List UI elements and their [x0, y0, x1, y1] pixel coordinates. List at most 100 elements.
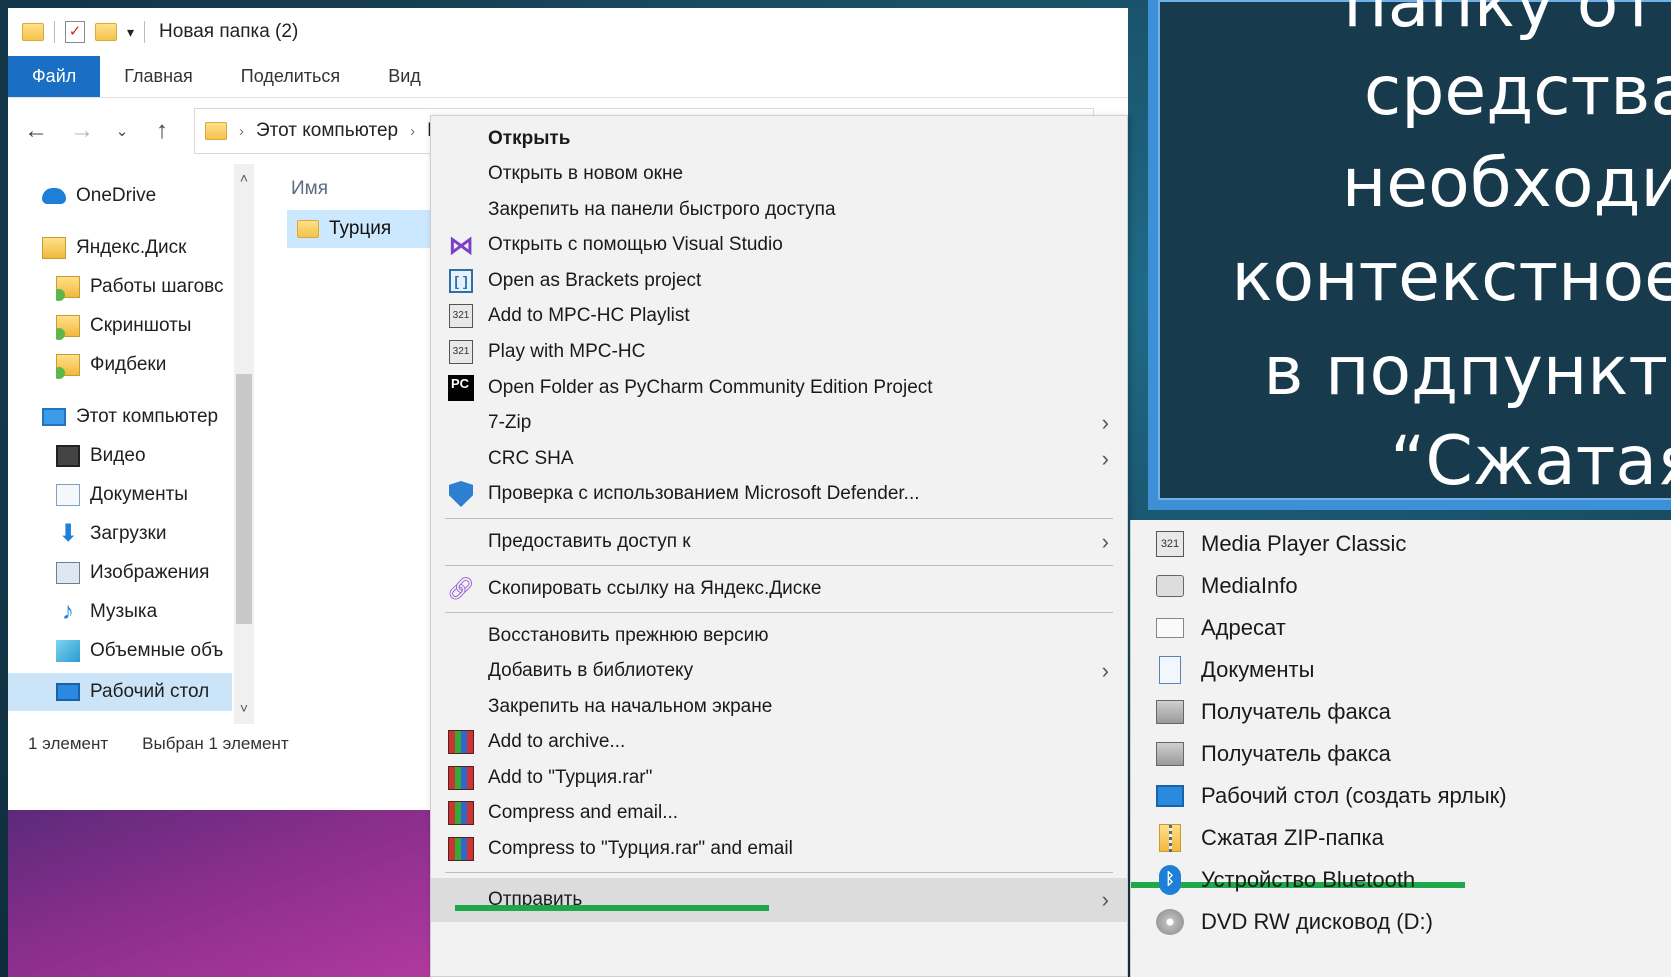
menu-item-label: Open Folder as PyCharm Community Edition…	[488, 377, 933, 398]
menu-item-copy-yandex-link[interactable]: 🔗︎ Скопировать ссылку на Яндекс.Диске	[431, 572, 1127, 606]
folder-synced-icon	[56, 276, 80, 301]
send-to-mail-recipient[interactable]: Адресат	[1131, 608, 1671, 648]
winrar-icon	[447, 728, 475, 756]
menu-separator	[445, 518, 1113, 519]
send-to-dvd-drive[interactable]: DVD RW дисковод (D:)	[1131, 902, 1671, 942]
forward-arrow-icon[interactable]: →	[68, 117, 96, 145]
menu-item-open-visual-studio[interactable]: ⋈ Открыть с помощью Visual Studio	[431, 228, 1127, 262]
menu-item-label: Предоставить доступ к	[488, 531, 691, 552]
send-to-zip-folder[interactable]: Сжатая ZIP-папка	[1131, 818, 1671, 858]
send-to-desktop-shortcut[interactable]: Рабочий стол (создать ярлык)	[1131, 776, 1671, 816]
chevron-right-icon[interactable]: ›	[410, 123, 415, 140]
nav-item-desktop[interactable]: Рабочий стол	[8, 673, 232, 711]
menu-item-open-new-window[interactable]: Открыть в новом окне	[431, 157, 1127, 191]
scroll-thumb[interactable]	[236, 374, 252, 624]
nav-item-video[interactable]: Видео	[56, 439, 232, 473]
menu-item-pycharm[interactable]: PC Open Folder as PyCharm Community Edit…	[431, 371, 1127, 405]
nav-item-label: Фидбеки	[90, 354, 167, 375]
nav-item-documents[interactable]: Документы	[56, 478, 232, 512]
menu-item-label: Закрепить на панели быстрого доступа	[488, 199, 836, 220]
menu-item-label: Add to "Турция.rar"	[488, 767, 653, 788]
column-header-name[interactable]: Имя	[291, 178, 328, 200]
menu-item-give-access[interactable]: Предоставить доступ к ›	[431, 525, 1127, 559]
tab-home[interactable]: Главная	[100, 56, 217, 97]
nav-scrollbar[interactable]: ˄ ˅	[234, 164, 254, 724]
menu-item-brackets[interactable]: [ ] Open as Brackets project	[431, 264, 1127, 298]
properties-icon[interactable]: ✓	[65, 21, 85, 43]
menu-item-add-to-rar[interactable]: Add to "Турция.rar"	[431, 761, 1127, 795]
nav-item-yandex-disk[interactable]: Яндекс.Диск	[42, 231, 232, 265]
ribbon-tabs: Файл Главная Поделиться Вид	[8, 56, 1128, 98]
nav-item-works[interactable]: Работы шаговс	[56, 270, 232, 304]
video-icon	[56, 445, 80, 467]
menu-item-open[interactable]: Открыть	[431, 122, 1127, 156]
send-to-fax-recipient[interactable]: Получатель факса	[1131, 692, 1671, 732]
menu-item-label: Открыть с помощью Visual Studio	[488, 234, 783, 255]
menu-item-label: Открыть в новом окне	[488, 163, 684, 184]
breadcrumb-this-pc[interactable]: Этот компьютер	[256, 120, 398, 142]
menu-item-defender-scan[interactable]: Проверка с использованием Microsoft Defe…	[431, 477, 1127, 511]
file-item[interactable]: Турция	[287, 210, 447, 248]
menu-item-restore-version[interactable]: Восстановить прежнюю версию	[431, 619, 1127, 653]
menu-item-add-to-library[interactable]: Добавить в библиотеку ›	[431, 654, 1127, 688]
menu-item-send-to[interactable]: Отправить ›	[431, 878, 1127, 922]
menu-item-label: CRC SHA	[488, 448, 574, 469]
send-to-media-player-classic[interactable]: 321 Media Player Classic	[1131, 524, 1671, 564]
send-to-label: Получатель факса	[1201, 741, 1391, 766]
chevron-down-icon[interactable]: ▾	[127, 24, 134, 41]
menu-item-7zip[interactable]: 7-Zip ›	[431, 406, 1127, 440]
mediainfo-icon	[1155, 571, 1185, 601]
cloud-icon	[42, 188, 66, 204]
nav-item-3d-objects[interactable]: Объемные объ	[56, 634, 232, 668]
menu-item-mpc-play[interactable]: 321 Play with MPC-HC	[431, 335, 1127, 369]
visual-studio-icon: ⋈	[448, 229, 474, 260]
recent-locations-chevron-icon[interactable]: ⌄	[114, 122, 130, 140]
menu-item-compress-email[interactable]: Compress and email...	[431, 796, 1127, 830]
menu-item-mpc-playlist[interactable]: 321 Add to MPC-HC Playlist	[431, 299, 1127, 333]
chevron-right-icon: ›	[1101, 446, 1109, 471]
menu-separator	[445, 872, 1113, 873]
nav-item-pictures[interactable]: Изображения	[56, 556, 232, 590]
menu-item-label: Закрепить на начальном экране	[488, 696, 773, 717]
send-to-mediainfo[interactable]: MediaInfo	[1131, 566, 1671, 606]
back-arrow-icon[interactable]: ←	[22, 117, 50, 145]
tab-view[interactable]: Вид	[364, 56, 445, 97]
nav-item-label: Загрузки	[90, 523, 167, 544]
nav-item-music[interactable]: ♪ Музыка	[56, 595, 232, 629]
status-bar: 1 элемент Выбран 1 элемент	[8, 724, 448, 764]
nav-item-feedback[interactable]: Фидбеки	[56, 348, 232, 382]
new-folder-icon[interactable]	[95, 23, 117, 41]
menu-item-add-to-archive[interactable]: Add to archive...	[431, 725, 1127, 759]
menu-item-compress-rar-email[interactable]: Compress to "Турция.rar" and email	[431, 832, 1127, 866]
menu-item-label: Open as Brackets project	[488, 270, 702, 291]
send-to-fax-recipient[interactable]: Получатель факса	[1131, 734, 1671, 774]
selection-count: Выбран 1 элемент	[142, 734, 289, 753]
send-to-bluetooth[interactable]: ᛒ Устройство Bluetooth	[1131, 860, 1671, 900]
scroll-up-icon[interactable]: ˄	[234, 170, 254, 186]
nav-item-label: Этот компьютер	[76, 406, 219, 427]
title-bar: ✓ ▾ Новая папка (2)	[8, 8, 1128, 56]
slide-line: контекстное	[1231, 238, 1671, 317]
fax-icon	[1155, 697, 1185, 727]
up-arrow-icon[interactable]: ↑	[148, 117, 176, 145]
menu-item-pin-quick-access[interactable]: Закрепить на панели быстрого доступа	[431, 193, 1127, 227]
send-to-documents[interactable]: Документы	[1131, 650, 1671, 690]
quick-access-toolbar: ✓ ▾	[22, 21, 146, 43]
nav-item-onedrive[interactable]: OneDrive	[42, 179, 232, 213]
nav-item-label: Работы шаговс	[90, 276, 224, 297]
nav-item-downloads[interactable]: ⬇ Загрузки	[56, 517, 232, 551]
mpc-hc-icon: 321	[447, 338, 475, 366]
menu-item-label: Compress to "Турция.rar" and email	[488, 838, 793, 859]
scroll-down-icon[interactable]: ˅	[234, 700, 254, 716]
menu-item-label: Скопировать ссылку на Яндекс.Диске	[488, 578, 822, 599]
nav-item-this-pc[interactable]: Этот компьютер	[42, 400, 232, 434]
tab-file[interactable]: Файл	[8, 56, 101, 97]
nav-item-screenshots[interactable]: Скриншоты	[56, 309, 232, 343]
tab-share[interactable]: Поделиться	[217, 56, 364, 97]
menu-item-label: Compress and email...	[488, 802, 679, 823]
chevron-right-icon[interactable]: ›	[239, 123, 244, 140]
menu-item-pin-start[interactable]: Закрепить на начальном экране	[431, 690, 1127, 724]
separator	[54, 21, 55, 43]
menu-item-crc-sha[interactable]: CRC SHA ›	[431, 442, 1127, 476]
menu-item-label: Проверка с использованием Microsoft Defe…	[488, 483, 920, 504]
